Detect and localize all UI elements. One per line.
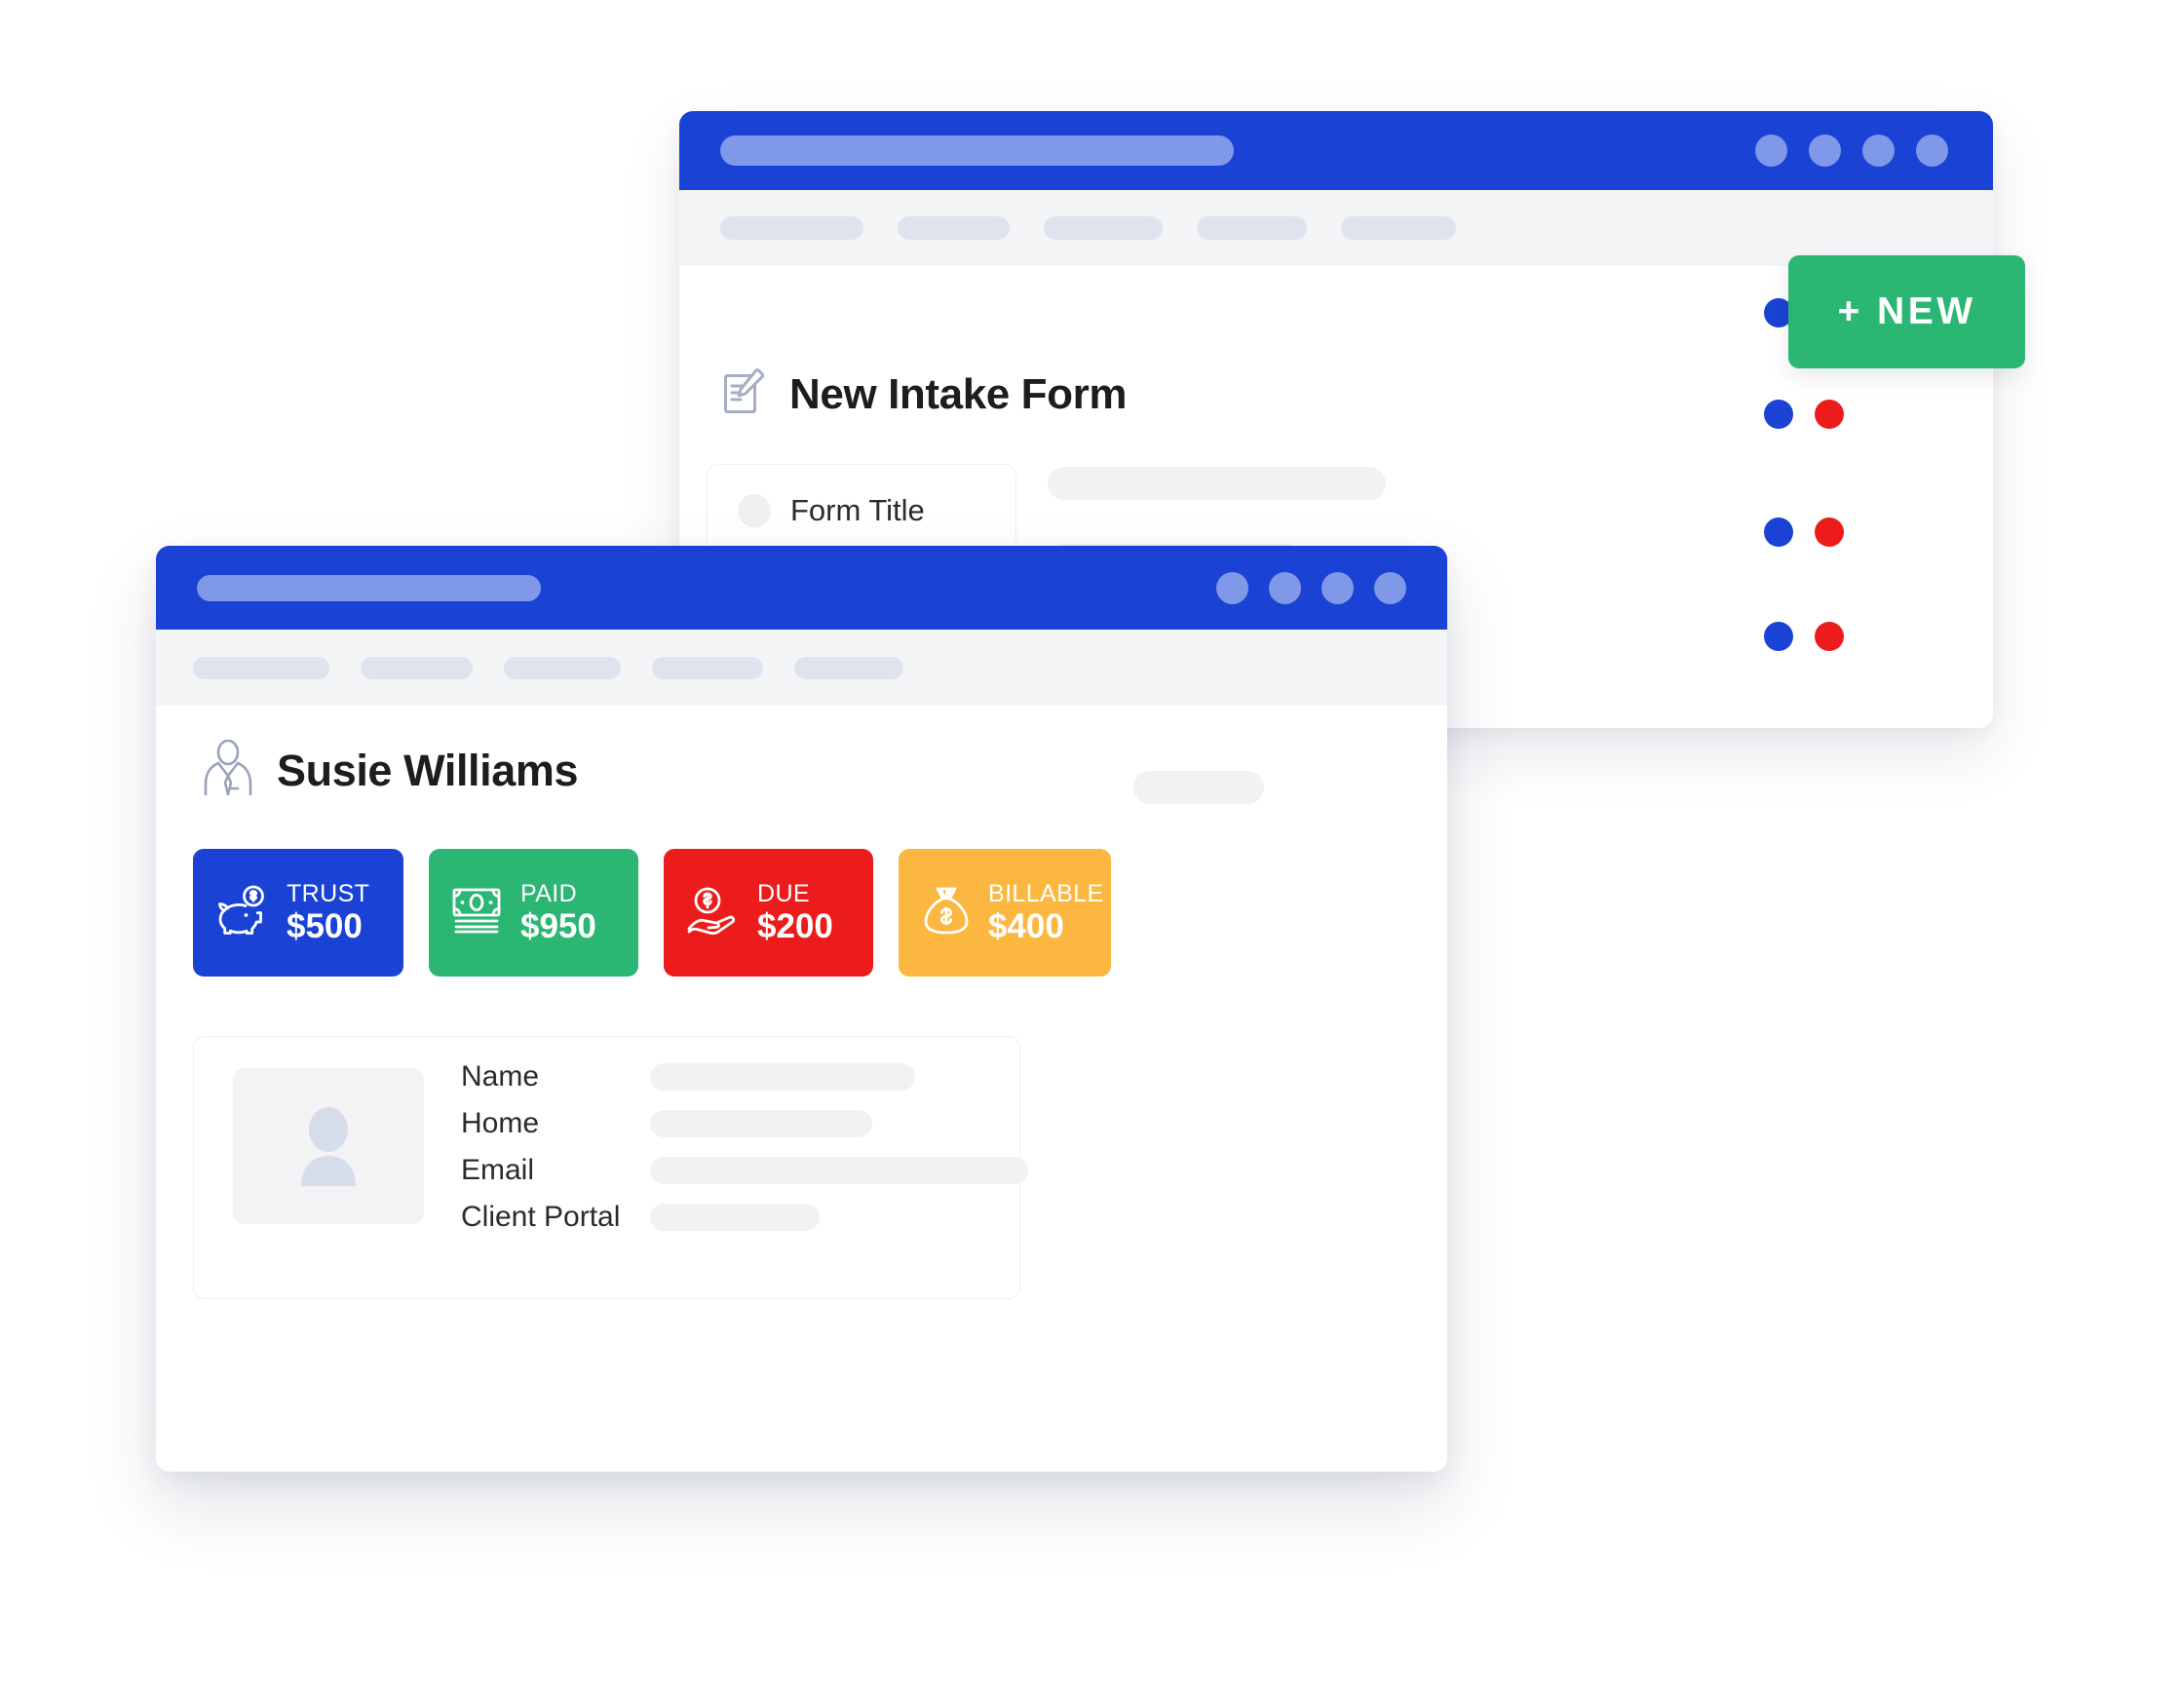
stat-value: $400 bbox=[988, 906, 1064, 945]
client-detail-window[interactable]: Susie Williams TRUST $500 PAID $950 DUE … bbox=[156, 546, 1447, 1472]
toolbar-chip-1[interactable] bbox=[720, 216, 863, 240]
field-value-placeholder[interactable] bbox=[650, 1063, 915, 1091]
field-value-placeholder[interactable] bbox=[650, 1204, 820, 1231]
toolbar-chip-2[interactable] bbox=[361, 656, 473, 679]
toolbar-chip-4[interactable] bbox=[652, 656, 763, 679]
businessperson-icon bbox=[203, 739, 253, 801]
field-value-placeholder[interactable] bbox=[650, 1157, 1028, 1184]
toolbar-chip-3[interactable] bbox=[504, 656, 621, 679]
banknote-icon bbox=[451, 886, 504, 939]
field-label: Client Portal bbox=[461, 1201, 621, 1233]
financial-stats-row: TRUST $500 PAID $950 DUE $200 BILLABLE $… bbox=[193, 849, 1111, 977]
status-dot-blue-icon[interactable] bbox=[1764, 518, 1793, 547]
page-title: New Intake Form bbox=[789, 369, 1128, 418]
status-dot-pair-3 bbox=[1764, 518, 1844, 547]
stat-value: $950 bbox=[520, 906, 596, 945]
form-title-label: Form Title bbox=[790, 493, 925, 527]
status-dot-red-icon[interactable] bbox=[1815, 622, 1844, 651]
field-row-email: Email bbox=[461, 1154, 1028, 1187]
field-row-client-portal: Client Portal bbox=[461, 1201, 1028, 1234]
titlebar-dot-1-icon[interactable] bbox=[1755, 134, 1787, 167]
hand-coin-icon bbox=[686, 886, 741, 939]
titlebar-dot-1-icon[interactable] bbox=[1216, 571, 1248, 604]
field-label: Email bbox=[461, 1154, 535, 1186]
field-row-home: Home bbox=[461, 1107, 1028, 1140]
stat-value: $200 bbox=[757, 906, 833, 945]
piggy-bank-icon bbox=[215, 885, 270, 940]
status-dot-blue-icon[interactable] bbox=[1764, 622, 1793, 651]
titlebar-dot-2-icon[interactable] bbox=[1809, 134, 1841, 167]
client-name: Susie Williams bbox=[277, 745, 579, 795]
toolbar-chip-2[interactable] bbox=[898, 216, 1010, 240]
intake-form-header: New Intake Form bbox=[723, 368, 1127, 420]
front-window-titlebar-dots bbox=[1216, 571, 1406, 604]
field-value-placeholder[interactable] bbox=[650, 1110, 872, 1137]
back-window-address-pill[interactable] bbox=[720, 135, 1234, 166]
stat-text-billable: BILLABLE $400 bbox=[988, 880, 1104, 945]
status-dot-blue-icon[interactable] bbox=[1764, 400, 1793, 429]
client-detail-card: Name Home Email Client Portal bbox=[193, 1036, 1028, 1299]
form-title-bullet-icon bbox=[738, 494, 771, 527]
field-label: Name bbox=[461, 1060, 540, 1093]
toolbar-chip-5[interactable] bbox=[1341, 216, 1456, 240]
toolbar-chip-3[interactable] bbox=[1044, 216, 1163, 240]
titlebar-dot-4-icon[interactable] bbox=[1916, 134, 1948, 167]
placeholder-bar-1 bbox=[1048, 467, 1386, 500]
user-avatar-icon bbox=[291, 1102, 365, 1191]
stat-label: DUE bbox=[757, 879, 810, 907]
status-dot-pair-2 bbox=[1764, 400, 1844, 429]
client-fields-list: Name Home Email Client Portal bbox=[461, 1060, 1028, 1234]
stat-value: $500 bbox=[287, 906, 363, 945]
stat-card-paid[interactable]: PAID $950 bbox=[429, 849, 638, 977]
toolbar-chip-4[interactable] bbox=[1197, 216, 1307, 240]
screenshot-stage: New Intake Form Form Title + NEW Susie W… bbox=[0, 0, 2184, 1687]
status-dot-pair-4 bbox=[1764, 622, 1844, 651]
back-window-titlebar bbox=[679, 111, 1993, 190]
add-new-button[interactable]: + NEW bbox=[1788, 255, 2025, 368]
stat-text-paid: PAID $950 bbox=[520, 880, 596, 945]
back-window-titlebar-dots bbox=[1755, 134, 1948, 167]
stat-card-trust[interactable]: TRUST $500 bbox=[193, 849, 403, 977]
stat-card-due[interactable]: DUE $200 bbox=[664, 849, 873, 977]
field-row-name: Name bbox=[461, 1060, 1028, 1093]
front-window-toolbar bbox=[156, 630, 1447, 706]
stat-card-billable[interactable]: BILLABLE $400 bbox=[899, 849, 1111, 977]
front-window-address-pill[interactable] bbox=[197, 574, 541, 601]
front-window-body: Susie Williams TRUST $500 PAID $950 DUE … bbox=[156, 706, 1447, 1472]
toolbar-chip-1[interactable] bbox=[193, 656, 329, 679]
titlebar-dot-2-icon[interactable] bbox=[1269, 571, 1301, 604]
form-edit-icon bbox=[723, 368, 765, 420]
form-title-row: Form Title bbox=[738, 493, 925, 528]
toolbar-chip-5[interactable] bbox=[794, 656, 903, 679]
stat-text-trust: TRUST $500 bbox=[287, 880, 369, 945]
stat-label: BILLABLE bbox=[988, 879, 1104, 907]
field-label: Home bbox=[461, 1107, 540, 1139]
stat-text-due: DUE $200 bbox=[757, 880, 833, 945]
status-dot-red-icon[interactable] bbox=[1815, 518, 1844, 547]
money-bag-icon bbox=[921, 885, 972, 940]
status-dot-red-icon[interactable] bbox=[1815, 400, 1844, 429]
titlebar-dot-4-icon[interactable] bbox=[1374, 571, 1406, 604]
titlebar-dot-3-icon[interactable] bbox=[1862, 134, 1895, 167]
front-window-titlebar bbox=[156, 546, 1447, 630]
stat-label: TRUST bbox=[287, 879, 370, 907]
client-header: Susie Williams bbox=[203, 739, 579, 801]
header-placeholder-pill bbox=[1133, 771, 1264, 804]
stat-label: PAID bbox=[520, 879, 578, 907]
client-photo-placeholder bbox=[233, 1068, 424, 1224]
titlebar-dot-3-icon[interactable] bbox=[1322, 571, 1354, 604]
